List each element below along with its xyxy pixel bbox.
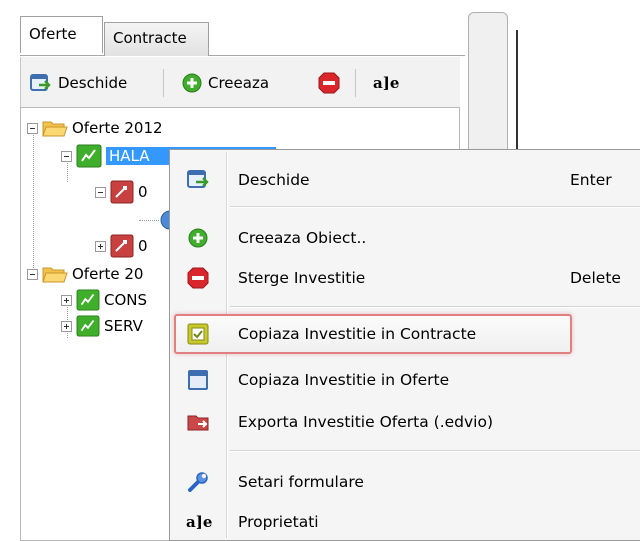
menu-item-label: Proprietati (238, 513, 319, 531)
menu-item-export[interactable]: Exporta Investitie Oferta (.edvio) (172, 404, 640, 440)
menu-item-create-object[interactable]: Creeaza Obiect.. (172, 220, 640, 256)
menu-item-delete[interactable]: Sterge Investitie Delete (172, 260, 640, 296)
open-icon (187, 170, 209, 188)
menu-item-label: Exporta Investitie Oferta (.edvio) (238, 413, 494, 431)
tree-node-serv[interactable]: SERV (61, 314, 143, 338)
menu-separator (230, 206, 640, 208)
copy-to-contracts-icon (187, 323, 209, 345)
create-button-label: Creeaza (208, 74, 270, 92)
menu-item-label: Copiaza Investitie in Oferte (238, 371, 450, 389)
menu-item-label: Creeaza Obiect.. (238, 229, 367, 247)
tree-node-sub2[interactable]: 0 (95, 234, 148, 258)
expand-icon[interactable] (61, 320, 72, 332)
tree-node-label: 0 (138, 237, 148, 255)
tree-node-label: 0 (138, 183, 148, 201)
object-red-icon (110, 180, 134, 204)
tree-node-label: Oferte 2012 (72, 119, 163, 137)
open-icon (30, 74, 51, 91)
collapse-icon[interactable] (27, 268, 38, 280)
tab-strip: Oferte Contracte (20, 16, 465, 56)
menu-item-label: Deschide (238, 171, 310, 189)
tree-node-cons[interactable]: CONS (61, 288, 147, 312)
open-button[interactable]: Deschide (29, 67, 127, 99)
menu-item-form-settings[interactable]: Setari formulare (172, 464, 640, 500)
menu-item-label: Setari formulare (238, 473, 364, 491)
investment-green-icon (76, 289, 100, 311)
copy-to-offers-icon (188, 370, 208, 390)
menu-separator (230, 450, 640, 452)
folder-icon (42, 267, 68, 283)
menu-item-label: Sterge Investitie (238, 269, 366, 287)
menu-item-open[interactable]: Deschide Enter (172, 162, 640, 198)
tree-line (33, 126, 34, 272)
tree-node-oferte-2012[interactable]: Oferte 2012 (27, 116, 163, 140)
object-red-icon (110, 234, 134, 258)
context-menu: Deschide Enter Creeaza Obiect.. Sterge I… (169, 149, 640, 541)
tab-contracte[interactable]: Contracte (104, 22, 209, 56)
delete-button[interactable] (317, 67, 341, 99)
menu-separator (230, 306, 640, 308)
toolbar-divider (163, 69, 164, 97)
menu-item-properties[interactable]: a]e Proprietati (172, 504, 640, 540)
menu-item-shortcut: Delete (570, 269, 621, 287)
collapse-icon[interactable] (61, 150, 72, 162)
toolbar: Deschide Creeaza a]e (20, 57, 460, 107)
tree-node-label: SERV (104, 317, 143, 335)
menu-item-shortcut: Enter (570, 171, 612, 189)
menu-item-label: Copiaza Investitie in Contracte (238, 325, 477, 343)
properties-icon: a]e (186, 513, 213, 531)
expand-icon[interactable] (95, 240, 106, 252)
tree-node-sub1[interactable]: 0 (95, 180, 148, 204)
open-button-label: Deschide (58, 74, 128, 92)
menu-item-copy-to-contracts[interactable]: Copiaza Investitie in Contracte (172, 316, 640, 352)
rename-icon: a]e (373, 74, 400, 92)
add-green-icon (182, 73, 202, 93)
tree-node-label: CONS (104, 291, 148, 309)
export-icon (187, 415, 209, 431)
tab-oferte[interactable]: Oferte (20, 16, 103, 53)
create-button[interactable]: Creeaza (181, 67, 269, 99)
investment-green-icon (76, 144, 102, 168)
toolbar-divider (355, 69, 356, 97)
delete-red-icon (187, 267, 209, 289)
menu-item-copy-to-offers[interactable]: Copiaza Investitie in Oferte (172, 362, 640, 398)
expand-icon[interactable] (61, 294, 72, 306)
add-green-icon (188, 228, 208, 248)
tree-line (139, 220, 159, 221)
tree-node-label: Oferte 20 (72, 265, 144, 283)
tree-node-oferte-20[interactable]: Oferte 20 (27, 262, 143, 286)
collapse-icon[interactable] (27, 122, 38, 134)
rename-button[interactable]: a]e (373, 67, 399, 99)
investment-green-icon (76, 315, 100, 337)
wrench-icon (188, 472, 208, 492)
collapse-icon[interactable] (95, 186, 106, 198)
folder-icon (42, 121, 68, 137)
delete-red-icon (318, 72, 340, 94)
